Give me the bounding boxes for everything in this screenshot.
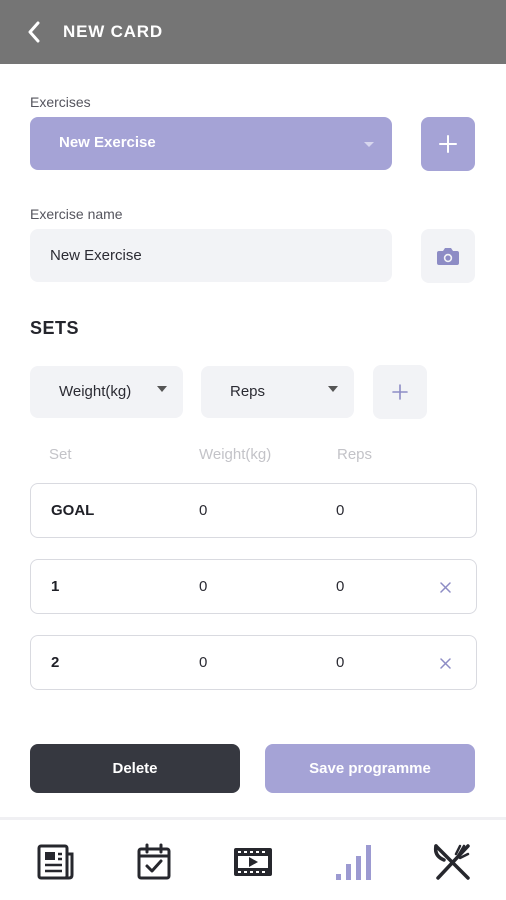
- set-row-goal: GOAL 0 0: [30, 483, 477, 538]
- set-label: GOAL: [51, 502, 95, 519]
- reps-column-select[interactable]: Reps: [201, 366, 354, 418]
- fork-knife-icon: [433, 844, 470, 880]
- weight-value[interactable]: 0: [199, 502, 207, 519]
- reps-column-value: Reps: [230, 383, 266, 400]
- caret-down-icon: [328, 386, 338, 392]
- weight-column-select[interactable]: Weight(kg): [30, 366, 183, 418]
- page-title: NEW CARD: [63, 22, 163, 41]
- add-exercise-button[interactable]: [421, 117, 475, 171]
- set-column-header: Set: [49, 446, 72, 463]
- bar-chart-icon: [336, 845, 371, 880]
- exercise-name-field[interactable]: [30, 229, 392, 282]
- plus-icon: [392, 384, 408, 400]
- delete-button[interactable]: Delete: [30, 744, 240, 793]
- set-row-2: 2 0 0: [30, 635, 477, 690]
- camera-button[interactable]: [421, 229, 475, 283]
- exercise-select[interactable]: New Exercise: [30, 117, 392, 170]
- video-icon: [234, 848, 272, 876]
- calendar-check-icon: [137, 843, 171, 880]
- nav-item-stats[interactable]: [331, 840, 375, 884]
- caret-down-icon: [157, 386, 167, 392]
- close-icon: [439, 581, 451, 593]
- camera-icon: [437, 248, 459, 265]
- app-header: NEW CARD: [0, 0, 506, 64]
- bottom-nav: [0, 817, 506, 900]
- weight-value[interactable]: 0: [199, 578, 207, 595]
- set-label: 1: [51, 578, 60, 595]
- set-row-1: 1 0 0: [30, 559, 477, 614]
- weight-column-header: Weight(kg): [199, 446, 272, 463]
- set-label: 2: [51, 654, 60, 671]
- plus-icon: [439, 135, 457, 153]
- save-programme-button[interactable]: Save programme: [265, 744, 475, 793]
- sets-title: SETS: [30, 318, 80, 338]
- nav-item-video[interactable]: [231, 840, 275, 884]
- remove-set-button[interactable]: [435, 653, 455, 673]
- remove-set-button[interactable]: [435, 577, 455, 597]
- chevron-left-icon: [28, 21, 40, 43]
- nav-item-food[interactable]: [430, 840, 474, 884]
- reps-value[interactable]: 0: [336, 578, 344, 595]
- nav-item-calendar[interactable]: [132, 840, 176, 884]
- reps-value[interactable]: 0: [336, 502, 344, 519]
- news-icon: [37, 844, 74, 880]
- nav-item-news[interactable]: [34, 840, 78, 884]
- close-icon: [439, 657, 451, 669]
- reps-column-header: Reps: [337, 446, 373, 463]
- caret-down-icon: [364, 142, 374, 147]
- exercise-name-label: Exercise name: [30, 206, 123, 222]
- weight-column-value: Weight(kg): [59, 383, 132, 400]
- back-button[interactable]: [20, 18, 48, 46]
- add-column-button[interactable]: [373, 365, 427, 419]
- exercises-label: Exercises: [30, 94, 91, 110]
- exercise-select-value: New Exercise: [59, 134, 156, 151]
- reps-value[interactable]: 0: [336, 654, 344, 671]
- weight-value[interactable]: 0: [199, 654, 207, 671]
